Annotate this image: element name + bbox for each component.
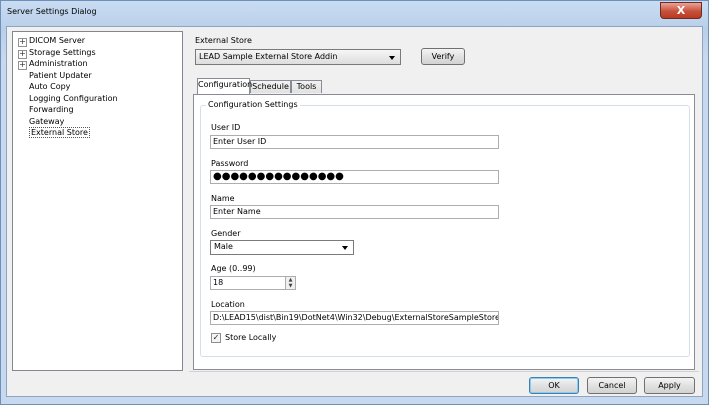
group-title: Configuration Settings [206,100,300,109]
window-title: Server Settings Dialog [7,7,97,16]
chevron-down-icon [389,56,395,60]
tree-item-label: Auto Copy [29,82,71,91]
tree-item-label: Administration [29,59,88,68]
tree-item-label: Forwarding [29,105,74,114]
configuration-settings-group: Configuration Settings User ID Enter Use… [200,100,690,357]
age-stepper[interactable]: 18 ▲ ▼ [210,276,296,290]
tree-item-label: External Store [29,127,90,138]
external-store-select[interactable]: LEAD Sample External Store Addin [195,49,401,65]
tree-item-label: Storage Settings [29,47,96,57]
tree-item-label: DICOM Server [29,36,86,45]
gender-selected: Male [214,242,233,251]
spin-down-icon[interactable]: ▼ [286,283,295,289]
age-label: Age (0..99) [211,264,256,273]
ok-button[interactable]: OK [529,377,579,394]
user-id-label: User ID [211,123,241,132]
expand-icon[interactable]: + [18,49,27,59]
user-id-field[interactable]: Enter User ID [210,135,499,149]
chevron-down-icon [342,246,348,250]
name-label: Name [211,194,235,203]
tree-item-label: Patient Updater [29,70,92,80]
server-settings-window: Server Settings Dialog X + DICOM Server + S… [0,0,709,405]
tab-tools[interactable]: Tools [291,80,322,93]
verify-button[interactable]: Verify [421,48,465,65]
gender-label: Gender [211,229,241,238]
tree-item-label: Logging Configuration [29,93,118,103]
title-bar[interactable]: Server Settings Dialog X [1,1,708,23]
dialog-client-area: + DICOM Server + Storage Settings + Administr… [6,26,703,397]
age-spin-buttons[interactable]: ▲ ▼ [285,277,295,289]
expand-icon[interactable]: + [18,61,27,70]
name-field[interactable]: Enter Name [210,205,499,219]
tree-item-label: Gateway [29,116,65,126]
tab-schedule[interactable]: Schedule [250,80,291,93]
settings-pane: External Store LEAD Sample External Stor… [189,27,699,371]
settings-tree[interactable]: + DICOM Server + Storage Settings + Administr… [12,31,183,371]
cancel-button[interactable]: Cancel [587,377,637,394]
apply-button[interactable]: Apply [644,377,695,394]
external-store-selected: LEAD Sample External Store Addin [199,52,338,61]
divider [189,371,699,372]
location-field[interactable]: D:\LEAD15\dist\Bin19\DotNet4\Win32\Debug… [210,311,499,325]
password-label: Password [211,159,249,168]
location-label: Location [211,300,245,309]
close-icon[interactable]: X [660,2,702,19]
gender-select[interactable]: Male [210,240,354,255]
tab-configuration[interactable]: Configuration [197,78,252,94]
age-value: 18 [213,278,224,287]
store-locally-label[interactable]: Store Locally [225,333,276,342]
external-store-label: External Store [195,36,252,45]
store-locally-checkbox[interactable]: ✓ [211,333,221,343]
configuration-tab-page: Configuration Settings User ID Enter Use… [193,94,695,370]
expand-icon[interactable]: + [18,38,27,47]
password-field[interactable]: ●●●●●●●●●●●●●●● [210,170,499,184]
